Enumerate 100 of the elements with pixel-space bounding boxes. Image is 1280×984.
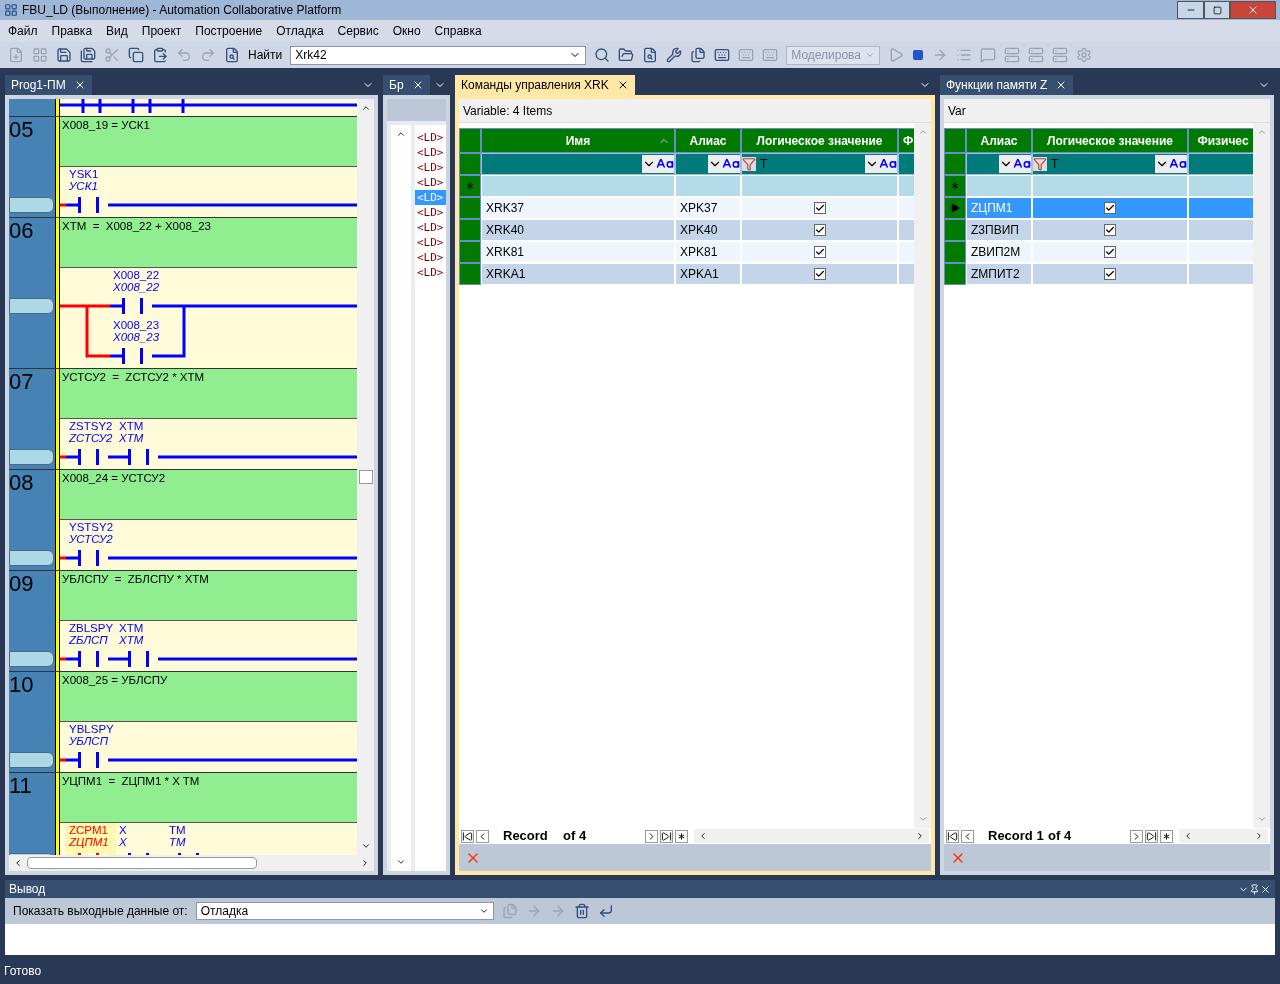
row-header-cell[interactable]: [944, 263, 966, 285]
program-list-item[interactable]: <LD>: [415, 145, 446, 160]
stop-icon[interactable]: [912, 49, 925, 61]
save-all-icon[interactable]: [80, 47, 96, 63]
rung-handle[interactable]: [9, 449, 54, 465]
program-list-item[interactable]: <LD>: [415, 130, 446, 145]
filter-cell[interactable]: T: [741, 153, 898, 175]
first-record-icon[interactable]: [946, 829, 959, 843]
document-tab[interactable]: Команды управления XRK: [455, 75, 635, 95]
case-icon[interactable]: [1169, 155, 1187, 173]
program-list-item[interactable]: <LD>: [415, 265, 446, 280]
column-header[interactable]: Имя: [481, 128, 675, 153]
dropdown-icon[interactable]: [708, 155, 722, 173]
checkbox[interactable]: [1104, 268, 1116, 280]
new-row-cell[interactable]: [898, 175, 914, 197]
scroll-thumb[interactable]: [358, 470, 373, 484]
case-icon[interactable]: [722, 155, 740, 173]
clear-filter-icon[interactable]: [742, 157, 756, 171]
scroll-left-icon[interactable]: [698, 831, 708, 841]
dropdown-icon[interactable]: [642, 155, 656, 173]
column-header[interactable]: Логическое значение: [741, 128, 898, 153]
column-header[interactable]: Физичес: [1188, 128, 1253, 153]
row-header-cell[interactable]: [459, 263, 481, 285]
scroll-right-icon[interactable]: [360, 858, 370, 868]
scroll-left-icon[interactable]: [1183, 831, 1193, 841]
find-file-icon[interactable]: [224, 47, 240, 63]
files-icon[interactable]: [690, 47, 707, 63]
last-record-icon[interactable]: [1145, 829, 1158, 843]
find-field[interactable]: Xrk42: [290, 45, 587, 65]
horizontal-scrollbar[interactable]: [694, 829, 929, 843]
new-row-cell[interactable]: [481, 175, 675, 197]
filter-cell[interactable]: [898, 153, 914, 175]
maximize-button[interactable]: [1204, 1, 1230, 19]
next-record-icon[interactable]: [1130, 829, 1143, 843]
case-icon[interactable]: [1013, 155, 1031, 173]
program-list-item[interactable]: <LD>: [415, 175, 446, 190]
last-record-icon[interactable]: [660, 829, 673, 843]
rung-handle[interactable]: [9, 752, 54, 768]
new-record-icon[interactable]: [1160, 829, 1173, 843]
menu-item[interactable]: Правка: [51, 22, 93, 40]
column-header[interactable]: Логическое значение: [1032, 128, 1188, 153]
case-icon[interactable]: [656, 155, 674, 173]
menu-item[interactable]: Построение: [195, 22, 263, 40]
menu-item[interactable]: Проект: [141, 22, 182, 40]
clear-icon[interactable]: [573, 903, 590, 919]
new-row-cell[interactable]: [741, 175, 898, 197]
scroll-down-icon[interactable]: [360, 841, 371, 851]
dropdown-icon[interactable]: [999, 155, 1013, 173]
folder-icon[interactable]: [618, 47, 635, 63]
checkbox[interactable]: [813, 268, 826, 280]
program-list-item[interactable]: <LD>: [415, 235, 446, 250]
menu-item[interactable]: Справка: [434, 22, 482, 40]
new-row-cell[interactable]: [675, 175, 741, 197]
menu-item[interactable]: Сервис: [337, 22, 379, 40]
case-icon[interactable]: [879, 155, 897, 173]
scroll-up-icon[interactable]: [396, 129, 406, 139]
document-tab[interactable]: Функции памяти Z: [940, 75, 1074, 95]
new-record-icon[interactable]: [675, 829, 688, 843]
filter-cell[interactable]: [675, 153, 741, 175]
menu-item[interactable]: Отладка: [276, 22, 324, 40]
save-icon[interactable]: [56, 47, 72, 63]
checkbox[interactable]: [813, 246, 826, 258]
tools-icon[interactable]: [666, 47, 683, 63]
checkbox[interactable]: [1104, 246, 1116, 258]
close-icon[interactable]: [1260, 883, 1271, 895]
previous-record-icon[interactable]: [476, 829, 489, 843]
rung-handle[interactable]: [9, 550, 54, 566]
document-tab[interactable]: Prog1-ПМ: [5, 75, 92, 95]
pin-icon[interactable]: [1249, 883, 1260, 895]
rung-handle[interactable]: [9, 197, 54, 213]
row-header-cell[interactable]: [459, 219, 481, 241]
minimize-button[interactable]: [1177, 1, 1204, 19]
rung-handle[interactable]: [9, 298, 54, 314]
checkbox[interactable]: [813, 202, 826, 214]
scroll-down-icon[interactable]: [396, 857, 406, 867]
vertical-scrollbar[interactable]: [391, 125, 411, 871]
filter-cell[interactable]: [1188, 153, 1253, 175]
clear-filter-icon[interactable]: [1033, 157, 1047, 171]
scroll-right-icon[interactable]: [915, 831, 925, 841]
checkbox[interactable]: [1104, 224, 1116, 236]
scroll-thumb[interactable]: [27, 857, 257, 869]
menu-item[interactable]: Файл: [8, 22, 38, 40]
menu-item[interactable]: Окно: [392, 22, 421, 40]
filter-cell[interactable]: T: [1032, 153, 1188, 175]
row-header-cell[interactable]: [944, 219, 966, 241]
program-list-item[interactable]: <LD>: [415, 160, 446, 175]
word-wrap-icon[interactable]: [597, 903, 614, 919]
horizontal-scrollbar[interactable]: [1179, 829, 1268, 843]
new-row-cell[interactable]: [966, 175, 1032, 197]
checkbox[interactable]: [1104, 202, 1116, 214]
scroll-left-icon[interactable]: [13, 858, 23, 868]
program-list-item[interactable]: <LD>: [415, 205, 446, 220]
output-source-select[interactable]: Отладка: [195, 902, 494, 920]
previous-record-icon[interactable]: [961, 829, 974, 843]
dropdown-icon[interactable]: [478, 906, 489, 916]
document-tab[interactable]: Бр: [383, 75, 430, 95]
filter-cell[interactable]: [966, 153, 1032, 175]
keyboard-icon[interactable]: [714, 47, 731, 63]
row-header-cell[interactable]: [459, 241, 481, 263]
column-header[interactable]: Алиас: [675, 128, 741, 153]
